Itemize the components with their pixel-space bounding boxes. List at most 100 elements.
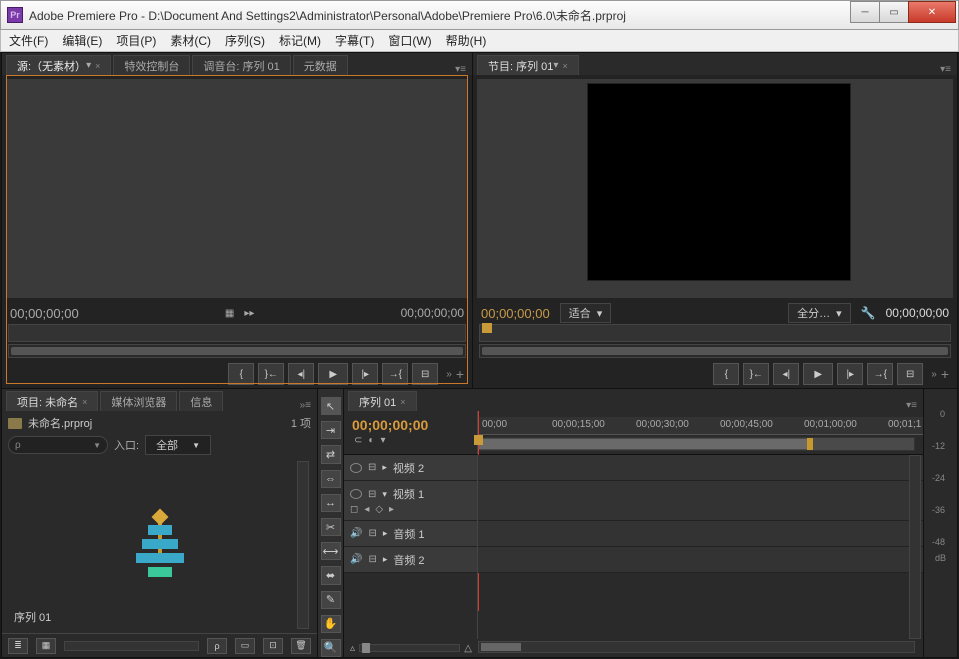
menu-edit[interactable]: 编辑(E) (62, 32, 102, 49)
play-button[interactable]: ▶ (318, 363, 348, 385)
lane-audio2[interactable] (478, 547, 923, 573)
timeline-ruler[interactable]: 00;00 00;00;15;00 00;00;30;00 00;00;45;0… (478, 411, 923, 454)
add-button-icon[interactable]: + (456, 366, 464, 382)
go-out-button[interactable]: →{ (867, 363, 893, 385)
menu-project[interactable]: 项目(P) (116, 32, 156, 49)
resolution-dropdown[interactable]: 全分… ▾ (788, 303, 851, 323)
mark-in-button[interactable]: { (228, 363, 254, 385)
mark-in-button[interactable]: { (713, 363, 739, 385)
playhead-marker-icon[interactable] (482, 323, 492, 333)
menu-subtitle[interactable]: 字幕(T) (335, 32, 374, 49)
tab-metadata[interactable]: 元数据 (293, 55, 348, 75)
menu-sequence[interactable]: 序列(S) (225, 32, 265, 49)
rate-stretch-tool[interactable]: ↔ (321, 494, 341, 512)
tab-effect-controls[interactable]: 特效控制台 (113, 55, 190, 75)
dropdown-icon[interactable]: ▼ (93, 441, 101, 450)
search-input[interactable]: ρ ▼ (8, 436, 108, 454)
speaker-icon[interactable]: 🔊 (350, 554, 362, 565)
maximize-button[interactable]: ▭ (879, 1, 909, 23)
panel-menu-icon[interactable]: ▾≡ (906, 400, 917, 411)
lane-video2[interactable] (478, 455, 923, 481)
razor-tool[interactable]: ✂ (321, 518, 341, 536)
insert-button[interactable]: ⊟ (412, 363, 438, 385)
menu-clip[interactable]: 素材(C) (170, 32, 211, 49)
timeline-zoom-slider[interactable]: ▵ △ (344, 641, 478, 655)
more-tabs-icon[interactable]: »≡ (300, 400, 311, 411)
work-area-bar[interactable] (478, 437, 915, 451)
more-icon[interactable]: » (931, 369, 937, 380)
zoom-out-icon[interactable]: ▵ (350, 643, 355, 654)
selection-tool[interactable]: ↖ (321, 397, 341, 415)
close-icon[interactable]: × (82, 397, 87, 407)
rolling-edit-tool[interactable]: ⇔ (321, 470, 341, 488)
track-head-audio2[interactable]: 🔊 ⊟ ▸ 音频 2 (344, 547, 477, 573)
tab-project[interactable]: 项目: 未命名 × (6, 391, 98, 411)
pen-tool[interactable]: ✎ (321, 591, 341, 609)
new-item-button[interactable]: ⊡ (263, 638, 283, 654)
collapse-icon[interactable]: ▸ (382, 462, 387, 473)
track-head-video1[interactable]: ⊟ ▾ 视频 1 ◻ ◂ ◇ ▸ (344, 481, 477, 521)
program-scrollbar[interactable] (479, 344, 951, 358)
lock-icon[interactable]: ⊟ (368, 528, 376, 539)
more-icon[interactable]: » (446, 369, 452, 380)
trash-button[interactable]: 🗑 (291, 638, 311, 654)
grid-icon[interactable]: ▦ (225, 308, 234, 319)
keyframe-next-icon[interactable]: ▸ (389, 504, 394, 515)
tab-audio-mixer[interactable]: 调音台: 序列 01 (192, 55, 290, 75)
menu-file[interactable]: 文件(F) (9, 32, 48, 49)
step-back-button[interactable]: ◂| (288, 363, 314, 385)
vertical-scrollbar[interactable] (909, 455, 921, 639)
marker-icon[interactable]: ◐ (368, 435, 374, 446)
minimize-button[interactable]: ─ (850, 1, 880, 23)
track-head-video2[interactable]: ⊟ ▸ 视频 2 (344, 455, 477, 481)
dropdown-icon[interactable]: ▾ (86, 60, 91, 71)
source-time-ruler[interactable] (8, 324, 466, 342)
menu-mark[interactable]: 标记(M) (279, 32, 321, 49)
zoom-tool[interactable]: 🔍 (321, 639, 341, 657)
tab-info[interactable]: 信息 (179, 391, 223, 411)
speaker-icon[interactable]: 🔊 (350, 528, 362, 539)
lift-button[interactable]: ⊟ (897, 363, 923, 385)
eye-icon[interactable] (350, 489, 362, 499)
zoom-fit-dropdown[interactable]: 适合 ▾ (560, 303, 612, 323)
close-icon[interactable]: × (95, 61, 100, 71)
keyframe-prev-icon[interactable]: ◂ (364, 504, 369, 515)
slide-tool[interactable]: ⬌ (321, 566, 341, 584)
chevron-icon[interactable]: ▸▸ (244, 308, 254, 319)
hand-tool[interactable]: ✋ (321, 615, 341, 633)
program-time-ruler[interactable] (479, 324, 951, 342)
step-fwd-button[interactable]: |▸ (837, 363, 863, 385)
sequence-item-label[interactable]: 序列 01 (14, 609, 51, 625)
close-button[interactable]: ✕ (908, 1, 956, 23)
lane-video1[interactable] (478, 481, 923, 521)
timeline-timecode[interactable]: 00;00;00;00 (352, 417, 469, 433)
find-button[interactable]: ρ (207, 638, 227, 654)
track-select-tool[interactable]: ⇥ (321, 421, 341, 439)
source-scrollbar[interactable] (8, 344, 466, 358)
new-bin-button[interactable]: ▭ (235, 638, 255, 654)
keyframe-icon[interactable]: ◻ (350, 504, 358, 515)
project-bin-area[interactable]: 序列 01 (8, 461, 311, 629)
window-titlebar[interactable]: Pr Adobe Premiere Pro - D:\Document And … (0, 0, 959, 30)
list-view-button[interactable]: ≣ (8, 638, 28, 654)
source-viewer[interactable] (6, 79, 468, 298)
menu-help[interactable]: 帮助(H) (446, 32, 487, 49)
mark-out-button[interactable]: }← (743, 363, 769, 385)
icon-size-slider[interactable] (64, 641, 199, 651)
zoom-in-icon[interactable]: △ (464, 643, 472, 654)
wrench-icon[interactable]: 🔧 (861, 306, 876, 320)
slip-tool[interactable]: ⟷ (321, 542, 341, 560)
timeline-hscrollbar[interactable] (478, 641, 915, 653)
lock-icon[interactable]: ⊟ (368, 554, 376, 565)
panel-menu-icon[interactable]: ▾≡ (455, 64, 466, 75)
lane-audio1[interactable] (478, 521, 923, 547)
tab-sequence[interactable]: 序列 01 × (348, 391, 417, 411)
track-head-audio1[interactable]: 🔊 ⊟ ▸ 音频 1 (344, 521, 477, 547)
close-icon[interactable]: × (562, 61, 567, 71)
mark-out-button[interactable]: }← (258, 363, 284, 385)
tab-media-browser[interactable]: 媒体浏览器 (100, 391, 177, 411)
icon-view-button[interactable]: ▦ (36, 638, 56, 654)
playhead-head-icon[interactable] (474, 435, 483, 445)
program-viewer[interactable] (477, 79, 953, 298)
tab-program[interactable]: 节目: 序列 01 ▾ × (477, 55, 579, 75)
